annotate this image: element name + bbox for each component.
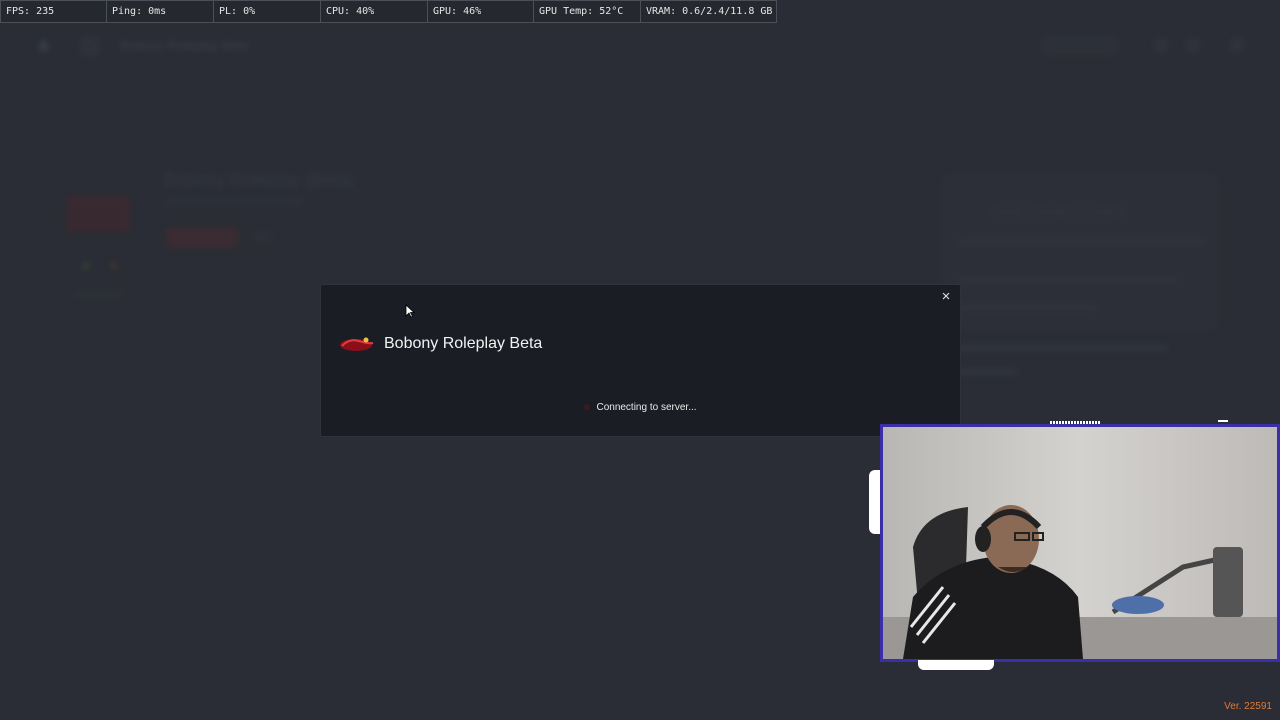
vram-readout: VRAM: 0.6/2.4/11.8 GB <box>641 0 777 23</box>
connection-status-text: Connecting to server... <box>596 402 697 413</box>
background-server-avatar <box>66 196 130 232</box>
ping-readout: Ping: 0ms <box>107 0 214 23</box>
gpu-temp-readout: GPU Temp: 52°C <box>534 0 641 23</box>
cpu-readout: CPU: 40% <box>321 0 428 23</box>
background-dot <box>110 262 118 270</box>
background-panel-line <box>958 344 1168 351</box>
background-panel-line <box>958 304 1098 311</box>
server-logo-icon <box>340 337 374 351</box>
background-topbar: A Bobony Roleplay Beta <box>0 24 1280 68</box>
background-connect-button <box>166 228 238 248</box>
modal-title: Bobony Roleplay Beta <box>384 335 543 352</box>
background-meta <box>74 290 124 298</box>
mouse-cursor-icon <box>405 304 415 318</box>
connection-status: Connecting to server... <box>321 402 960 413</box>
background-panel-text: Server information is limited <box>990 206 1126 218</box>
background-title: Bobony Roleplay Beta <box>120 38 249 53</box>
spinner-icon <box>584 404 591 411</box>
version-label: Ver. 22591 <box>1224 701 1272 712</box>
background-server-title: Bobony Roleplay (Beta) <box>164 170 355 190</box>
background-panel-line <box>958 368 1018 375</box>
webcam-video <box>883 427 1277 659</box>
background-pill <box>1040 36 1120 56</box>
connecting-modal: × Bobony Roleplay Beta Connecting to ser… <box>320 284 961 437</box>
close-icon[interactable]: × <box>939 289 953 304</box>
packet-loss-readout: PL: 0% <box>214 0 321 23</box>
webcam-person-image <box>883 427 1277 659</box>
background-server-subtitle <box>164 198 304 206</box>
webcam-bottom-tab <box>918 660 994 670</box>
gpu-readout: GPU: 46% <box>428 0 534 23</box>
performance-overlay: FPS: 235 Ping: 0ms PL: 0% CPU: 40% GPU: … <box>0 0 777 24</box>
background-panel-line <box>958 238 1206 245</box>
home-icon <box>80 36 100 56</box>
background-panel-line <box>958 276 1178 283</box>
background-icon <box>1186 38 1200 52</box>
launcher-logo-icon: A <box>38 38 50 55</box>
background-dot <box>82 262 90 270</box>
background-icon <box>1154 38 1168 52</box>
fps-readout: FPS: 235 <box>0 0 107 23</box>
webcam-top-marker <box>1218 420 1228 422</box>
webcam-overlay <box>880 424 1280 662</box>
background-small-button <box>254 232 272 242</box>
background-icon <box>1230 38 1244 52</box>
